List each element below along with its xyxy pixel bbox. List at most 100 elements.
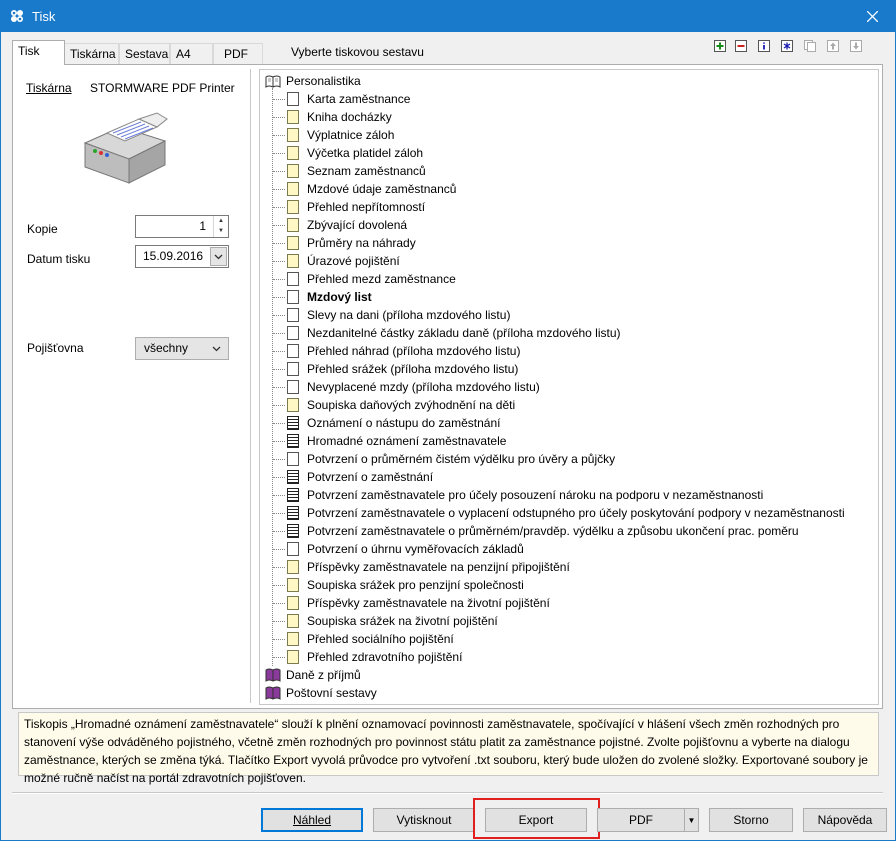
tree-item-label: Poštovní sestavy: [286, 686, 377, 700]
tree-item[interactable]: Soupiska daňových zvýhodnění na děti: [287, 396, 515, 414]
tree-item[interactable]: Příspěvky zaměstnavatele na penzijní při…: [287, 558, 570, 576]
tree-item[interactable]: Úrazové pojištění: [287, 252, 400, 270]
info-icon: [758, 40, 770, 52]
tab-sestava[interactable]: Sestava: [119, 43, 170, 64]
document-icon: [287, 596, 299, 610]
tree-group[interactable]: Poštovní sestavy: [265, 684, 377, 702]
tree-item-label: Výčetka platidel záloh: [307, 146, 424, 160]
tree-item[interactable]: Zbývající dovolená: [287, 216, 407, 234]
spin-down-icon[interactable]: ▼: [214, 226, 228, 236]
tree-branch-line: [273, 243, 285, 244]
cancel-button[interactable]: Storno: [709, 808, 793, 832]
tree-item[interactable]: Výplatnice záloh: [287, 126, 394, 144]
tree-item[interactable]: Přehled mezd zaměstnance: [287, 270, 456, 288]
tree-group-personalistika[interactable]: Personalistika: [265, 72, 361, 90]
button-label: Vytisknout: [396, 813, 452, 827]
window-title: Tisk: [32, 9, 56, 24]
tree-branch-line: [273, 297, 285, 298]
tree-item-label: Kniha docházky: [307, 110, 392, 124]
tree-item[interactable]: Mzdové údaje zaměstnanců: [287, 180, 456, 198]
tree-item[interactable]: Přehled zdravotního pojištění: [287, 648, 462, 666]
spin-up-icon[interactable]: ▲: [214, 216, 228, 226]
print-date-field[interactable]: 15.09.2016: [135, 245, 229, 268]
tree-item-label: Nezdanitelné částky základu daně (příloh…: [307, 326, 621, 340]
tree-item[interactable]: Kniha docházky: [287, 108, 392, 126]
tree-branch-line: [273, 441, 285, 442]
tree-item[interactable]: Oznámení o nástupu do zaměstnání: [287, 414, 500, 432]
tab-pdf[interactable]: PDF: [213, 43, 263, 64]
tree-item[interactable]: Potvrzení o průměrném čistém výdělku pro…: [287, 450, 615, 468]
tree-item[interactable]: Seznam zaměstnanců: [287, 162, 426, 180]
mark-button[interactable]: [780, 39, 794, 53]
tab-tisk[interactable]: Tisk: [12, 40, 65, 65]
tab-a4[interactable]: A4: [170, 43, 213, 64]
document-icon: [287, 416, 299, 430]
insurer-label: Pojišťovna: [27, 341, 84, 355]
insurer-value: všechny: [144, 341, 189, 355]
move-up-button[interactable]: [826, 39, 840, 53]
remove-report-button[interactable]: [734, 39, 748, 53]
tree-item-label: Výplatnice záloh: [307, 128, 395, 142]
panel-divider: [250, 69, 252, 703]
info-button[interactable]: [757, 39, 771, 53]
tree-item[interactable]: Nezdanitelné částky základu daně (příloh…: [287, 324, 621, 342]
tree-item[interactable]: Hromadné oznámení zaměstnavatele: [287, 432, 506, 450]
tree-group[interactable]: Daně z příjmů: [265, 666, 361, 684]
help-button[interactable]: Nápověda: [803, 808, 887, 832]
chevron-down-icon: [214, 254, 223, 259]
document-icon: [287, 578, 299, 592]
print-button[interactable]: Vytisknout: [373, 808, 475, 832]
tree-item[interactable]: Mzdový list: [287, 288, 372, 306]
insurer-select[interactable]: všechny: [135, 337, 229, 360]
tree-item[interactable]: Potvrzení o zaměstnání: [287, 468, 433, 486]
tree-item-label: Slevy na dani (příloha mzdového listu): [307, 308, 511, 322]
pdf-split-button[interactable]: PDF ▼: [597, 808, 699, 832]
tree-branch-line: [273, 585, 285, 586]
print-date-label: Datum tisku: [27, 252, 91, 266]
preview-button[interactable]: Náhled: [261, 808, 363, 832]
tree-item[interactable]: Průměry na náhrady: [287, 234, 416, 252]
tree-item-label: Potvrzení zaměstnavatele o vyplacení ods…: [307, 506, 845, 520]
tree-item-label: Personalistika: [286, 74, 361, 88]
tree-item-label: Příspěvky zaměstnavatele na penzijní při…: [307, 560, 570, 574]
tree-item[interactable]: Příspěvky zaměstnavatele na životní poji…: [287, 594, 550, 612]
tree-item[interactable]: Soupiska srážek pro penzijní společnosti: [287, 576, 524, 594]
tree-item[interactable]: Potvrzení o úhrnu vyměřovacích základů: [287, 540, 524, 558]
tree-branch-line: [273, 315, 285, 316]
tree-branch-line: [273, 171, 285, 172]
document-icon: [287, 398, 299, 412]
tree-item[interactable]: Přehled sociálního pojištění: [287, 630, 454, 648]
copy-button[interactable]: [803, 39, 817, 53]
tree-item[interactable]: Soupiska srážek na životní pojištění: [287, 612, 498, 630]
minus-icon: [735, 40, 747, 52]
tree-item[interactable]: Slevy na dani (příloha mzdového listu): [287, 306, 510, 324]
close-button[interactable]: [849, 1, 895, 32]
tree-item-label: Přehled zdravotního pojištění: [307, 650, 463, 664]
tree-item[interactable]: Přehled srážek (příloha mzdového listu): [287, 360, 518, 378]
printer-link[interactable]: Tiskárna: [26, 81, 72, 95]
tree-item[interactable]: Výčetka platidel záloh: [287, 144, 423, 162]
tree-item[interactable]: Potvrzení zaměstnavatele o vyplacení ods…: [287, 504, 845, 522]
move-down-button[interactable]: [849, 39, 863, 53]
tree-item[interactable]: Karta zaměstnance: [287, 90, 410, 108]
tree-branch-line: [273, 189, 285, 190]
tree-item[interactable]: Přehled nepřítomností: [287, 198, 425, 216]
tree-item[interactable]: Potvrzení zaměstnavatele pro účely posou…: [287, 486, 763, 504]
pdf-dropdown-arrow[interactable]: ▼: [684, 809, 698, 831]
open-book-icon: [265, 74, 281, 88]
printer-icon: [83, 112, 168, 184]
date-dropdown-button[interactable]: [210, 247, 227, 266]
copy-icon: [804, 40, 816, 52]
tree-item-label: Přehled sociálního pojištění: [307, 632, 454, 646]
tree-item[interactable]: Nevyplacené mzdy (příloha mzdového listu…: [287, 378, 540, 396]
tab-tiskarna[interactable]: Tiskárna: [64, 43, 119, 64]
tree-item[interactable]: Přehled náhrad (příloha mzdového listu): [287, 342, 520, 360]
tree-branch-line: [273, 513, 285, 514]
copies-stepper[interactable]: 1 ▲ ▼: [135, 215, 229, 238]
tree-branch-line: [273, 387, 285, 388]
document-icon: [287, 128, 299, 142]
tab-label: Tiskárna: [70, 47, 116, 61]
document-icon: [287, 488, 299, 502]
tree-item[interactable]: Potvrzení zaměstnavatele o průměrném/pra…: [287, 522, 799, 540]
add-report-button[interactable]: [713, 39, 727, 53]
